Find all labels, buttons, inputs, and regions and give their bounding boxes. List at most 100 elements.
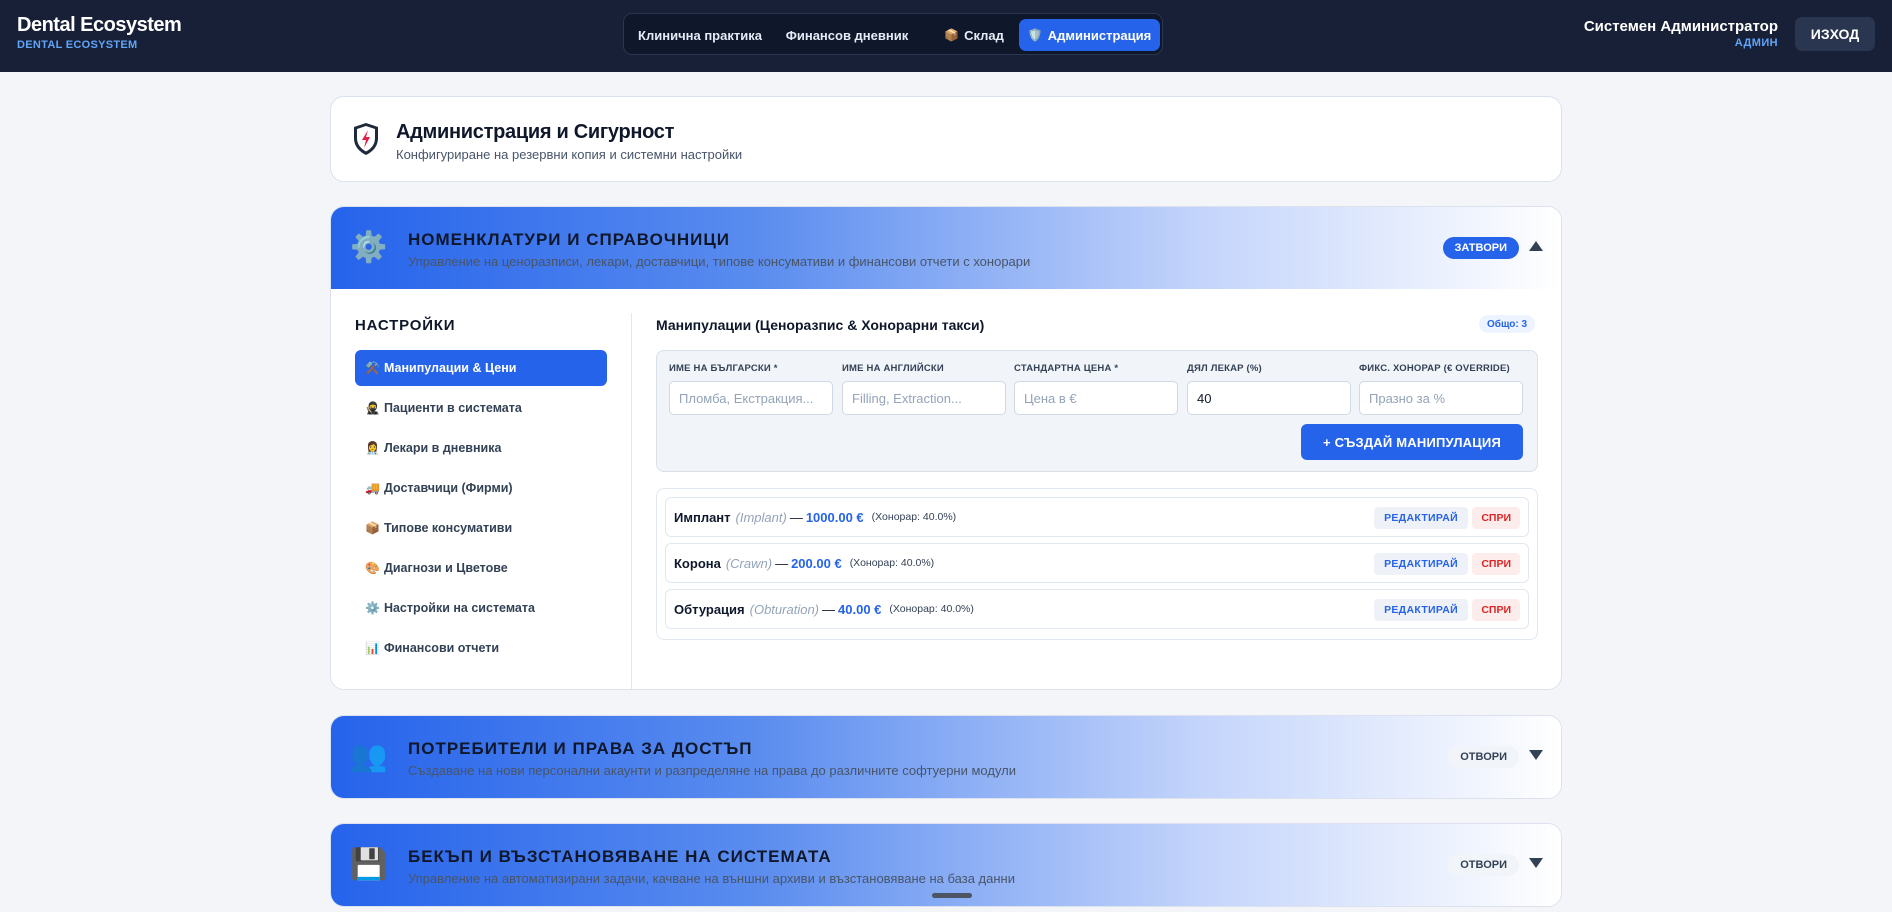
procedure-price: 1000.00 €: [805, 509, 864, 525]
sidebar-item-procedures-prices[interactable]: ⚒️ Манипулации & Цени: [355, 350, 607, 386]
edit-button[interactable]: РЕДАКТИРАЙ: [1374, 599, 1468, 621]
sidebar-item-label: Доставчици (Фирми): [383, 481, 513, 495]
procedure-name: Обтурация: [674, 601, 745, 617]
scrollbar-thumb[interactable]: [932, 893, 972, 898]
nomenclature-section-header[interactable]: ⚙️ НОМЕНКЛАТУРИ И СПРАВОЧНИЦИ Управление…: [331, 207, 1561, 289]
current-user: Системен Администратор АДМИН: [1584, 18, 1778, 49]
shield-icon: 🛡️: [1027, 28, 1043, 42]
procedure-fee: (Хонорар: 40.0%): [849, 557, 935, 569]
tab-label: Финансов дневник: [785, 27, 909, 43]
procedure-name-en: (Implant): [735, 509, 787, 525]
page-subtitle: Конфигуриране на резервни копия и систем…: [396, 147, 743, 162]
sidebar-item-label: Пациенти в системата: [383, 401, 522, 415]
users-section: 👥 ПОТРЕБИТЕЛИ И ПРАВА ЗА ДОСТЪП Създаван…: [330, 715, 1562, 799]
chevron-down-icon[interactable]: [1529, 858, 1543, 868]
procedures-list: Имплант (Implant) — 1000.00 € (Хонорар: …: [656, 488, 1538, 640]
section-subtitle: Управление на ценоразписи, лекари, доста…: [408, 254, 1031, 269]
procedure-price: 40.00 €: [838, 601, 882, 617]
brand-title: Dental Ecosystem: [17, 14, 182, 36]
separator: —: [789, 509, 803, 525]
tab-label: Клинична практика: [638, 27, 762, 43]
gear-icon: ⚙️: [350, 230, 388, 264]
separator: —: [775, 555, 789, 571]
open-section-button[interactable]: ОТВОРИ: [1448, 746, 1519, 768]
section-subtitle: Създаване на нови персонални акаунти и р…: [408, 763, 1017, 778]
stop-button[interactable]: СПРИ: [1472, 553, 1520, 575]
gear-icon: ⚙️: [365, 601, 380, 615]
tab-label: Администрация: [1047, 27, 1152, 43]
edit-button[interactable]: РЕДАКТИРАЙ: [1374, 507, 1468, 529]
sidebar-item-consumable-types[interactable]: 📦 Типове консумативи: [355, 510, 607, 546]
ninja-icon: 🥷: [365, 401, 380, 415]
sidebar-item-label: Манипулации & Цени: [383, 361, 517, 375]
sidebar-item-system-settings[interactable]: ⚙️ Настройки на системата: [355, 590, 607, 626]
top-navigation-bar: Dental Ecosystem DENTAL ECOSYSTEM Клинич…: [0, 0, 1892, 72]
tab-clinical-practice[interactable]: Клинична практика: [630, 19, 770, 51]
procedure-fee: (Хонорар: 40.0%): [889, 603, 974, 615]
procedure-name-en: (Obturation): [749, 601, 820, 617]
name-en-input[interactable]: [842, 381, 1006, 415]
user-role: АДМИН: [1734, 37, 1778, 49]
nomenclature-section: ⚙️ НОМЕНКЛАТУРИ И СПРАВОЧНИЦИ Управление…: [330, 206, 1562, 690]
field-label-fixed-fee: ФИКС. ХОНОРАР (€ OVERRIDE): [1359, 363, 1510, 374]
brand-subtitle: DENTAL ECOSYSTEM: [17, 39, 138, 51]
field-label-price: СТАНДАРТНА ЦЕНА *: [1014, 363, 1119, 374]
field-label-doctor-share: ДЯЛ ЛЕКАР (%): [1187, 363, 1262, 374]
page-header-card: Администрация и Сигурност Конфигуриране …: [330, 96, 1562, 182]
section-title: ПОТРЕБИТЕЛИ И ПРАВА ЗА ДОСТЪП: [408, 739, 753, 758]
field-label-name-en: ИМЕ НА АНГЛИЙСКИ: [842, 363, 944, 374]
stop-button[interactable]: СПРИ: [1472, 507, 1520, 529]
chevron-up-icon[interactable]: [1529, 241, 1543, 251]
procedure-name: Корона: [674, 555, 721, 571]
truck-icon: 🚚: [365, 481, 380, 495]
price-input[interactable]: [1014, 381, 1178, 415]
sidebar-item-suppliers[interactable]: 🚚 Доставчици (Фирми): [355, 470, 607, 506]
tab-warehouse[interactable]: 📦 Склад: [924, 19, 1024, 51]
bar-chart-icon: 📊: [365, 641, 380, 655]
main-nav-tabs: Клинична практика Финансов дневник 📦 Скл…: [623, 13, 1163, 55]
content-title: Манипулации (Ценоразпис & Хонорарни такс…: [656, 317, 985, 333]
list-item: Имплант (Implant) — 1000.00 € (Хонорар: …: [665, 497, 1529, 537]
tab-label: Склад: [964, 27, 1004, 43]
edit-button[interactable]: РЕДАКТИРАЙ: [1374, 553, 1468, 575]
section-title: БЕКЪП И ВЪЗСТАНОВЯВАНЕ НА СИСТЕМАТА: [408, 847, 832, 866]
list-item: Обтурация (Obturation) — 40.00 € (Хонора…: [665, 589, 1529, 629]
sidebar-divider: [631, 313, 632, 689]
stop-button[interactable]: СПРИ: [1472, 599, 1520, 621]
doctor-share-input[interactable]: [1187, 381, 1351, 415]
sidebar-item-label: Типове консумативи: [383, 521, 513, 535]
palette-icon: 🎨: [365, 561, 380, 575]
sidebar-item-financial-reports[interactable]: 📊 Финансови отчети: [355, 630, 607, 666]
logout-button[interactable]: ИЗХОД: [1795, 17, 1875, 51]
field-label-name-bg: ИМЕ НА БЪЛГАРСКИ *: [669, 363, 778, 374]
name-bg-input[interactable]: [669, 381, 833, 415]
sidebar-item-label: Диагнози и Цветове: [383, 561, 508, 575]
doctor-icon: 👩‍⚕️: [365, 441, 380, 455]
sidebar-item-patients[interactable]: 🥷 Пациенти в системата: [355, 390, 607, 426]
procedure-fee: (Хонорар: 40.0%): [871, 511, 957, 523]
users-section-header[interactable]: 👥 ПОТРЕБИТЕЛИ И ПРАВА ЗА ДОСТЪП Създаван…: [331, 716, 1561, 798]
open-section-button[interactable]: ОТВОРИ: [1448, 854, 1519, 876]
procedure-name-en: (Crawn): [725, 555, 773, 571]
brand[interactable]: Dental Ecosystem DENTAL ECOSYSTEM: [17, 14, 182, 51]
user-name: Системен Администратор: [1583, 18, 1778, 35]
procedure-price: 200.00 €: [791, 555, 842, 571]
create-procedure-button[interactable]: + СЪЗДАЙ МАНИПУЛАЦИЯ: [1301, 424, 1523, 460]
procedure-name: Имплант: [674, 509, 731, 525]
sidebar-item-label: Финансови отчети: [383, 641, 500, 655]
chevron-down-icon[interactable]: [1529, 750, 1543, 760]
tab-administration[interactable]: 🛡️ Администрация: [1019, 19, 1160, 51]
sidebar-item-doctors[interactable]: 👩‍⚕️ Лекари в дневника: [355, 430, 607, 466]
floppy-disk-icon: 💾: [350, 847, 388, 881]
sidebar-item-diagnoses-colors[interactable]: 🎨 Диагнози и Цветове: [355, 550, 607, 586]
close-section-button[interactable]: ЗАТВОРИ: [1442, 237, 1519, 259]
sidebar-item-label: Настройки на системата: [383, 601, 535, 615]
section-title: НОМЕНКЛАТУРИ И СПРАВОЧНИЦИ: [408, 230, 730, 249]
fixed-fee-input[interactable]: [1359, 381, 1523, 415]
separator: —: [822, 601, 836, 617]
sidebar-item-label: Лекари в дневника: [383, 441, 502, 455]
users-icon: 👥: [350, 739, 388, 773]
sidebar-title: НАСТРОЙКИ: [355, 317, 456, 334]
tab-finance-journal[interactable]: Финансов дневник: [774, 19, 920, 51]
hammer-pick-icon: ⚒️: [365, 361, 380, 375]
